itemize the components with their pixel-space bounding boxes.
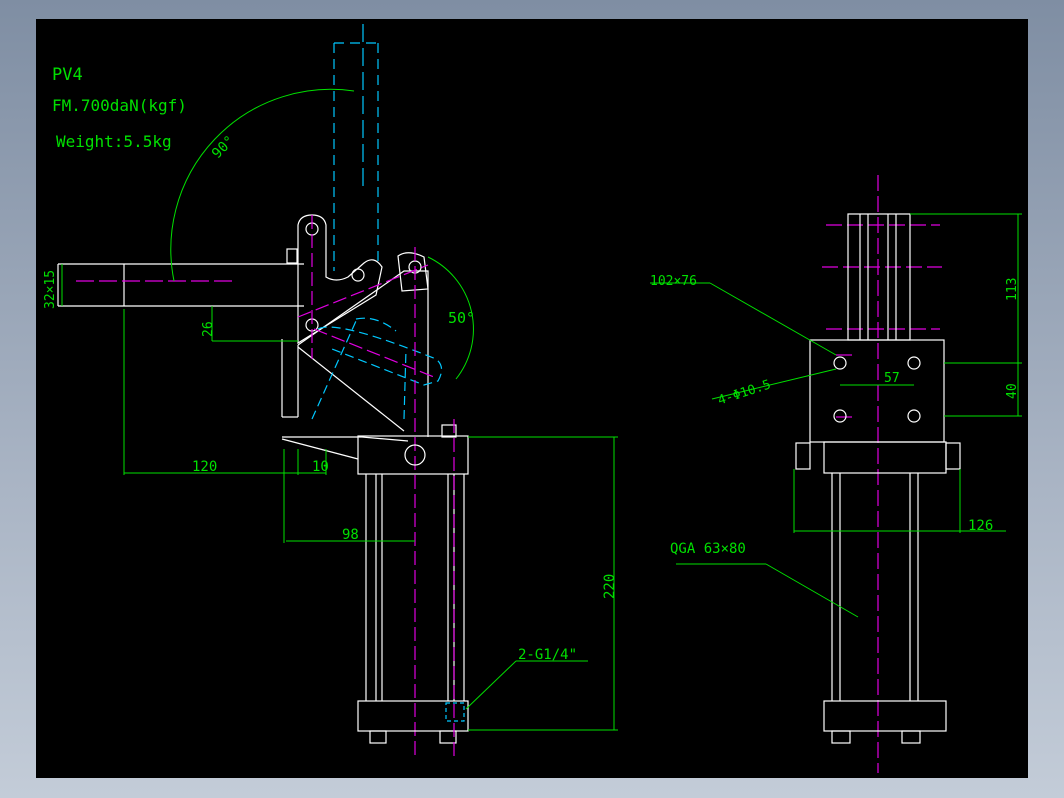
gap-label: 10 — [312, 459, 329, 475]
cylinder-label: QGA 63×80 — [670, 541, 746, 557]
base-width-label: 126 — [968, 518, 993, 534]
clamp-drawing: PV4 FM.700daN(kgf) Weight:5.5kg 90° 50° … — [43, 24, 1022, 773]
swung-lever-hidden — [311, 317, 443, 420]
lever-linkage — [281, 214, 429, 460]
raised-handle-hidden — [333, 42, 379, 271]
angle-50-label: 50° — [448, 309, 475, 327]
stroke-height-label: 220 — [602, 574, 618, 599]
horizontal-handle — [57, 248, 304, 307]
hole-pitch-label: 57 — [884, 371, 900, 386]
cad-drawing-frame: PV4 FM.700daN(kgf) Weight:5.5kg 90° 50° … — [36, 19, 1028, 778]
top-height-label: 113 — [1005, 278, 1020, 301]
port-label: 2-G1/4" — [518, 647, 577, 663]
plate-size-label: 102×76 — [650, 274, 697, 289]
base-offset-label: 98 — [342, 527, 359, 543]
weight-label: Weight:5.5kg — [56, 132, 172, 151]
side-dimensions — [61, 88, 618, 731]
angle-90-label: 90° — [209, 133, 238, 162]
holes-label: 4-Φ10.5 — [716, 377, 773, 408]
plate-height-label: 40 — [1005, 383, 1020, 399]
front-view — [795, 175, 961, 773]
cylinder-body — [357, 424, 469, 744]
offset-height-label: 26 — [201, 321, 216, 337]
port-hidden — [445, 702, 465, 722]
reach-label: 120 — [192, 459, 217, 475]
model-label: PV4 — [52, 65, 83, 85]
force-label: FM.700daN(kgf) — [52, 96, 187, 115]
handle-section-label: 32×15 — [43, 270, 58, 309]
